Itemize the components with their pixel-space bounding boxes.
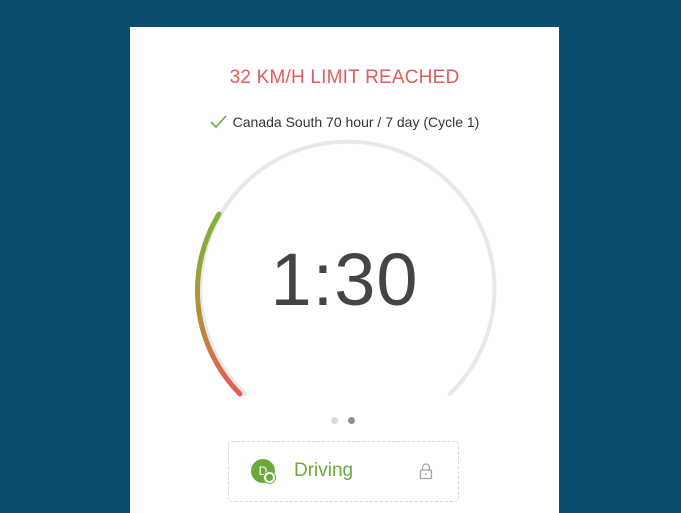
driver-badge-icon (263, 471, 276, 484)
duty-status-button[interactable]: D Driving (228, 441, 459, 502)
remaining-time: 1:30 (270, 238, 419, 321)
page-dot-2[interactable] (348, 417, 355, 424)
duty-status-label: Driving (294, 460, 354, 481)
hours-gauge (194, 139, 497, 397)
driver-status-card: 32 KM/H LIMIT REACHED Canada South 70 ho… (130, 27, 559, 513)
lock-icon (419, 463, 433, 480)
page-indicator[interactable] (331, 417, 355, 424)
page-dot-1[interactable] (331, 417, 338, 424)
